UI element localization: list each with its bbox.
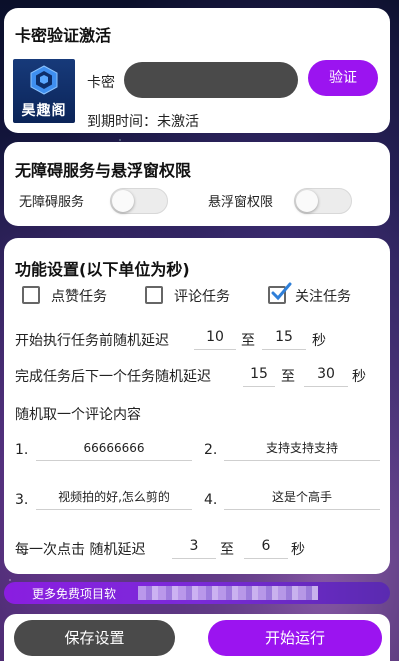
app-logo: 昊趣阁 [13,59,75,123]
comment-index-2: 2. [204,442,218,458]
verify-button[interactable]: 验证 [308,60,378,96]
comment-index-4: 4. [204,492,218,508]
click-delay-to: 至 [220,542,234,558]
km-input[interactable] [124,62,298,98]
comment-input-3[interactable]: 视频拍的好,怎么剪的 [36,486,192,510]
delay-next-unit: 秒 [352,369,366,385]
settings-card: 功能设置(以下单位为秒) 点赞任务 评论任务 关注任务 开始执行任务前随机延迟 … [4,238,390,574]
delay-next-max[interactable]: 30 [304,363,348,387]
click-delay-min[interactable]: 3 [172,535,216,559]
permissions-card: 无障碍服务与悬浮窗权限 无障碍服务 悬浮窗权限 [4,142,390,226]
follow-task-label: 关注任务 [295,289,351,305]
follow-task-checkbox[interactable] [268,282,292,304]
like-task-label: 点赞任务 [51,289,107,305]
comment-section-label: 随机取一个评论内容 [15,407,141,423]
delay-next-min[interactable]: 15 [243,363,275,387]
overlay-toggle[interactable] [294,188,352,214]
overlay-label: 悬浮窗权限 [208,195,274,210]
cube-icon [30,65,58,95]
comment-task-label: 评论任务 [174,289,230,305]
delay-before-unit: 秒 [312,333,326,349]
accessibility-toggle[interactable] [110,188,168,214]
settings-title: 功能设置(以下单位为秒) [15,260,190,279]
click-delay-unit: 秒 [291,542,305,558]
comment-index-3: 3. [15,492,29,508]
activation-title: 卡密验证激活 [15,26,112,45]
comment-index-1: 1. [15,442,29,458]
logo-text: 昊趣阁 [21,103,67,119]
toggle-knob [296,190,318,212]
check-icon [271,282,292,301]
delay-before-min[interactable]: 10 [194,326,236,350]
save-settings-button[interactable]: 保存设置 [14,620,175,656]
click-delay-label: 每一次点击 随机延迟 [15,542,146,558]
delay-before-to: 至 [241,333,255,349]
blurred-text [138,586,318,600]
delay-before-label: 开始执行任务前随机延迟 [15,333,169,349]
permissions-title: 无障碍服务与悬浮窗权限 [15,161,192,180]
delay-next-label: 完成任务后下一个任务随机延迟 [15,369,211,385]
promo-banner[interactable]: 更多免费项目软 [4,582,390,604]
like-task-checkbox[interactable] [22,286,40,304]
banner-text: 更多免费项目软 [32,587,117,601]
km-label: 卡密 [87,75,115,91]
start-run-button[interactable]: 开始运行 [208,620,382,656]
comment-input-1[interactable]: 66666666 [36,437,192,461]
expire-status: 到期时间：未激活 [87,114,199,130]
delay-next-to: 至 [281,369,295,385]
click-delay-max[interactable]: 6 [244,535,288,559]
toggle-knob [112,190,134,212]
action-bar: 保存设置 开始运行 [4,614,390,661]
comment-task-checkbox[interactable] [145,286,163,304]
accessibility-label: 无障碍服务 [19,195,85,210]
delay-before-max[interactable]: 15 [262,326,306,350]
comment-input-4[interactable]: 这是个高手 [224,486,380,510]
comment-input-2[interactable]: 支持支持支持 [224,437,380,461]
activation-card: 卡密验证激活 昊趣阁 卡密 验证 到期时间：未激活 [4,8,390,133]
